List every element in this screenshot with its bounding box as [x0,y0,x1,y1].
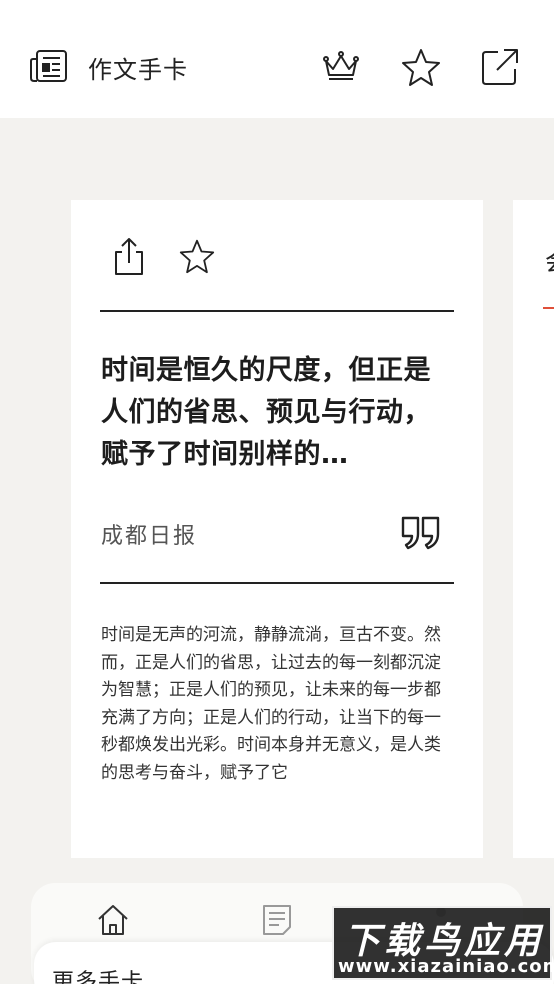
quote-icon [401,516,440,550]
newspaper-icon [30,50,67,82]
top-bar: 作文手卡 [0,0,554,118]
document-icon[interactable] [260,903,294,937]
star-icon[interactable] [179,236,215,276]
essay-card[interactable]: 时间是恒久的尺度，但正是人们的省思、预见与行动，赋予了时间别样的… 成都日报 时… [71,200,483,858]
card-body: 时间是无声的河流，静静流淌，亘古不变。然而，正是人们的省思，让过去的每一刻都沉淀… [101,625,441,783]
next-card[interactable]: 会 [513,200,554,858]
star-icon[interactable] [401,47,441,87]
card-headline: 时间是恒久的尺度，但正是人们的省思、预见与行动，赋予了时间别样的… [101,355,431,470]
sheet-title: 更多手卡 [52,970,145,984]
app-title: 作文手卡 [88,56,188,84]
accent-line [543,307,554,309]
share-icon[interactable] [480,47,520,87]
watermark-logo: 下载鸟应用 www.xiazainiao.com [332,906,554,980]
share-icon[interactable] [111,236,147,276]
next-card-title: 会 [545,242,554,277]
watermark-url: www.xiazainiao.com [338,956,554,977]
divider [100,582,454,584]
home-icon[interactable] [96,903,130,937]
card-source: 成都日报 [101,524,198,549]
divider [100,310,454,312]
crown-icon[interactable] [321,47,361,87]
